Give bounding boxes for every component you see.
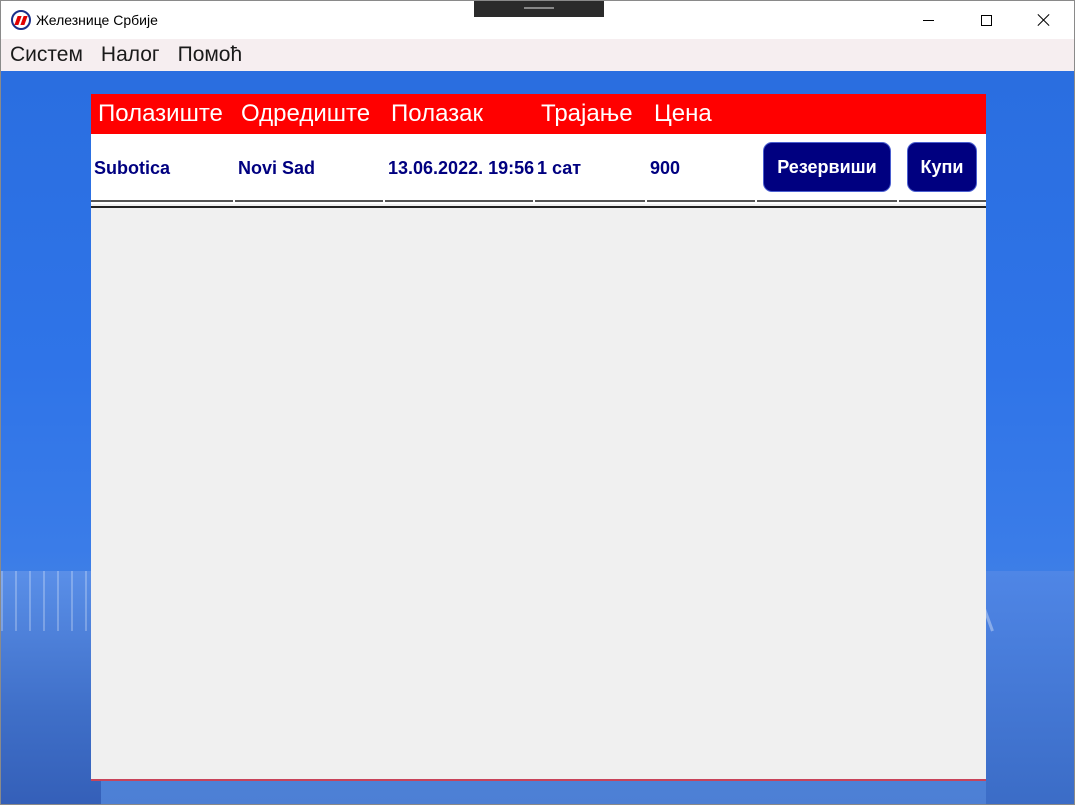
maximize-icon [980, 14, 992, 26]
zs-logo-icon [11, 10, 31, 30]
column-header-duration: Трајање [541, 100, 633, 127]
routes-table: Полазиште Одредиште Полазак Трајање Цена… [91, 94, 986, 781]
title-bar[interactable]: Железнице Србије [1, 1, 1074, 39]
column-header-to: Одредиште [241, 100, 371, 127]
cell-from: Subotica [94, 158, 171, 178]
table-header: Полазиште Одредиште Полазак Трајање Цена [91, 94, 986, 134]
row-divider [235, 200, 383, 202]
row-divider [899, 200, 986, 202]
cell-price: 900 [650, 158, 681, 178]
cell-to: Novi Sad [238, 158, 316, 178]
row-bottom-border [91, 206, 986, 208]
reserve-button[interactable]: Резервиши [763, 142, 891, 192]
close-button[interactable] [1015, 1, 1073, 39]
close-icon [1037, 13, 1051, 27]
table-row: Subotica Novi Sad 13.06.2022. 19:56 1 са… [91, 134, 986, 208]
row-divider [535, 200, 645, 202]
cell-departure: 13.06.2022. 19:56 [388, 158, 535, 178]
row-divider [647, 200, 755, 202]
maximize-button[interactable] [957, 1, 1015, 39]
column-header-from: Полазиште [98, 100, 223, 127]
buy-button[interactable]: Купи [907, 142, 977, 192]
column-header-price: Цена [654, 100, 712, 127]
cell-duration: 1 сат [537, 158, 582, 178]
menu-account[interactable]: Налог [101, 43, 160, 67]
drag-handle[interactable] [474, 1, 604, 17]
column-header-departure: Полазак [391, 100, 484, 127]
row-divider [91, 200, 233, 202]
minimize-button[interactable] [899, 1, 957, 39]
menu-help[interactable]: Помоћ [178, 43, 243, 67]
minimize-icon [922, 19, 934, 21]
menu-system[interactable]: Систем [10, 43, 83, 67]
row-divider [757, 200, 897, 202]
menu-bar: Систем Налог Помоћ [1, 39, 1074, 71]
grip-icon [524, 7, 554, 9]
app-window: Железнице Србије Систем Налог Помоћ Пола… [0, 0, 1075, 805]
window-title: Железнице Србије [36, 12, 158, 28]
row-divider [385, 200, 533, 202]
